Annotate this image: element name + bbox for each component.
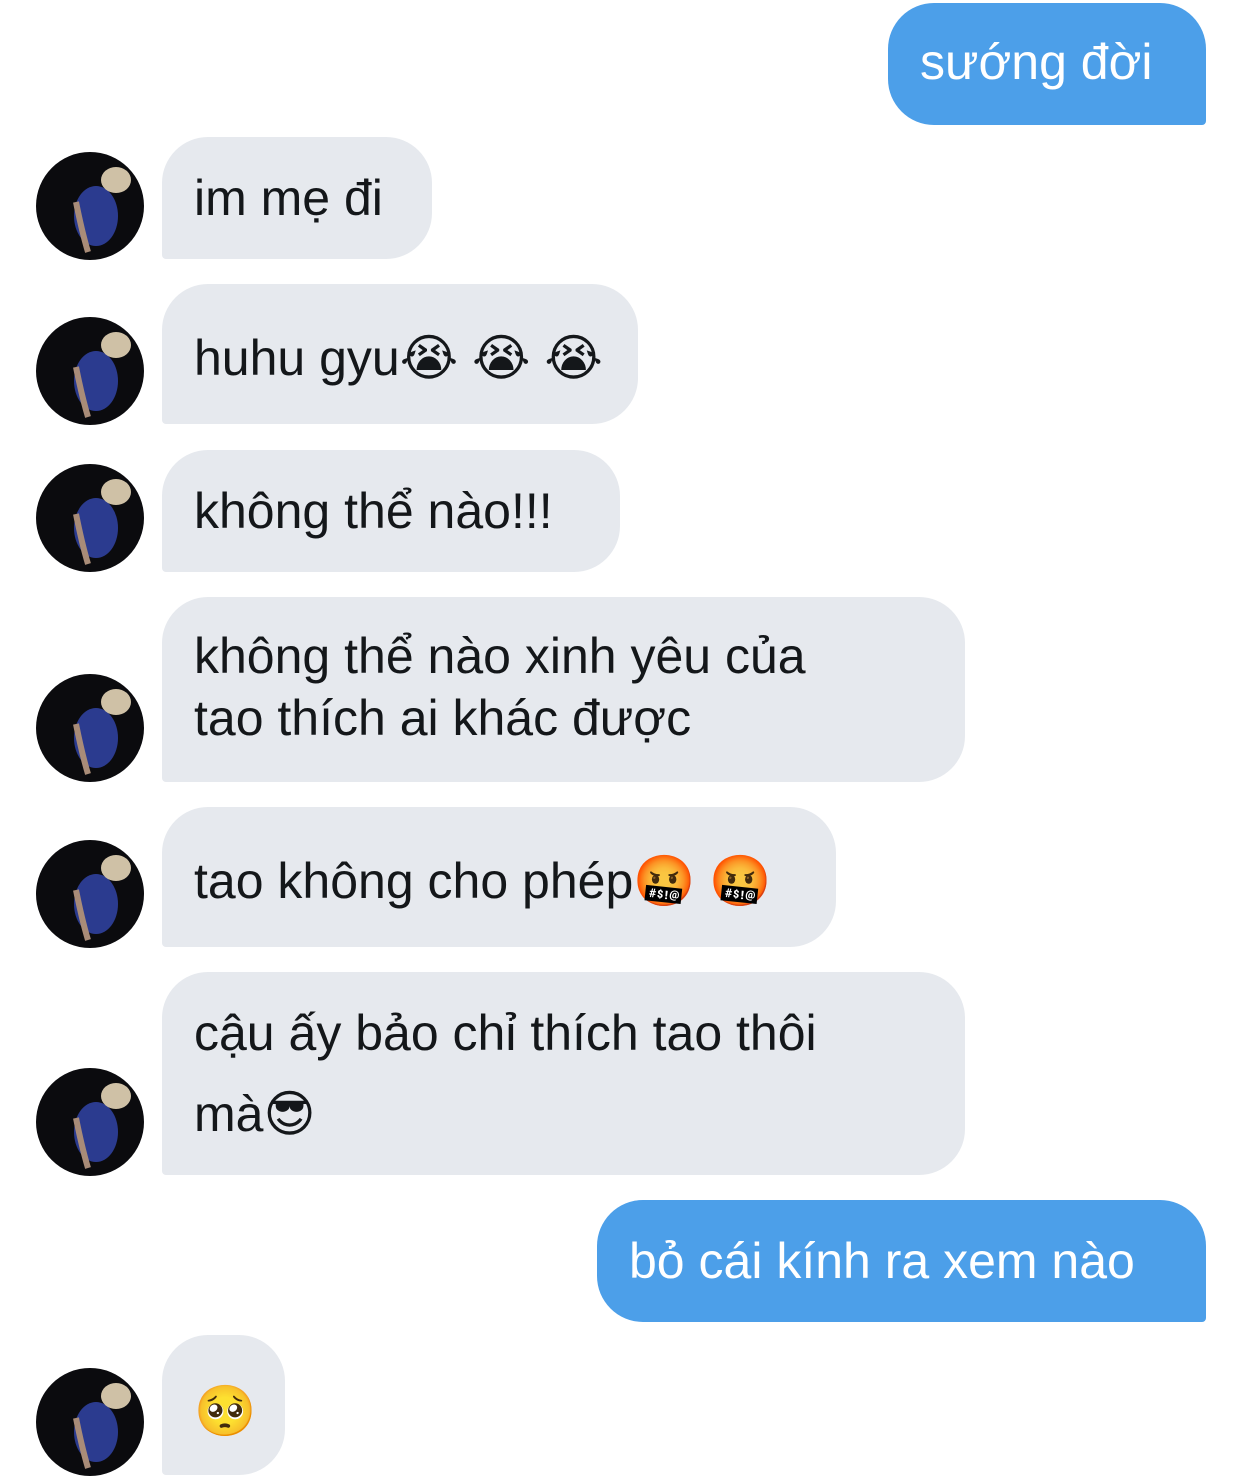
message-bubble-incoming[interactable]: không thể nào!!! bbox=[162, 450, 620, 572]
message-text: im mẹ đi bbox=[194, 170, 383, 226]
message-text: huhu gyu😭 😭 😭 bbox=[194, 330, 603, 386]
message-bubble-incoming[interactable]: huhu gyu😭 😭 😭 bbox=[162, 284, 638, 424]
message-text-line: cậu ấy bảo chỉ thích tao thôi bbox=[194, 1005, 817, 1061]
message-text-line: mà😎 bbox=[194, 1086, 316, 1142]
message-bubble-incoming[interactable]: không thể nào xinh yêu của tao thích ai … bbox=[162, 597, 965, 782]
contact-avatar[interactable] bbox=[36, 1068, 144, 1176]
message-bubble-incoming[interactable]: cậu ấy bảo chỉ thích tao thôi mà😎 bbox=[162, 972, 965, 1175]
avatar-photo-icon bbox=[36, 464, 144, 572]
message-text-line: không thể nào xinh yêu của bbox=[194, 628, 806, 684]
contact-avatar[interactable] bbox=[36, 152, 144, 260]
message-text: tao không cho phép🤬 🤬 bbox=[194, 853, 772, 909]
message-text: bỏ cái kính ra xem nào bbox=[629, 1233, 1135, 1289]
contact-avatar[interactable] bbox=[36, 1368, 144, 1476]
message-bubble-incoming[interactable]: im mẹ đi bbox=[162, 137, 432, 259]
message-text: không thể nào!!! bbox=[194, 483, 553, 539]
message-bubble-incoming[interactable]: 🥺 bbox=[162, 1335, 285, 1475]
avatar-photo-icon bbox=[36, 152, 144, 260]
avatar-photo-icon bbox=[36, 1068, 144, 1176]
contact-avatar[interactable] bbox=[36, 840, 144, 948]
avatar-photo-icon bbox=[36, 840, 144, 948]
contact-avatar[interactable] bbox=[36, 674, 144, 782]
message-text: 🥺 bbox=[194, 1383, 257, 1439]
avatar-photo-icon bbox=[36, 1368, 144, 1476]
avatar-photo-icon bbox=[36, 674, 144, 782]
message-text: sướng đời bbox=[920, 34, 1153, 90]
avatar-photo-icon bbox=[36, 317, 144, 425]
message-bubble-incoming[interactable]: tao không cho phép🤬 🤬 bbox=[162, 807, 836, 947]
message-bubble-outgoing[interactable]: bỏ cái kính ra xem nào bbox=[597, 1200, 1206, 1322]
conversation-screen: { "conversation": { "colors": { "outgoin… bbox=[0, 0, 1242, 1484]
message-text-line: tao thích ai khác được bbox=[194, 690, 692, 746]
contact-avatar[interactable] bbox=[36, 464, 144, 572]
contact-avatar[interactable] bbox=[36, 317, 144, 425]
message-bubble-outgoing[interactable]: sướng đời bbox=[888, 3, 1206, 125]
